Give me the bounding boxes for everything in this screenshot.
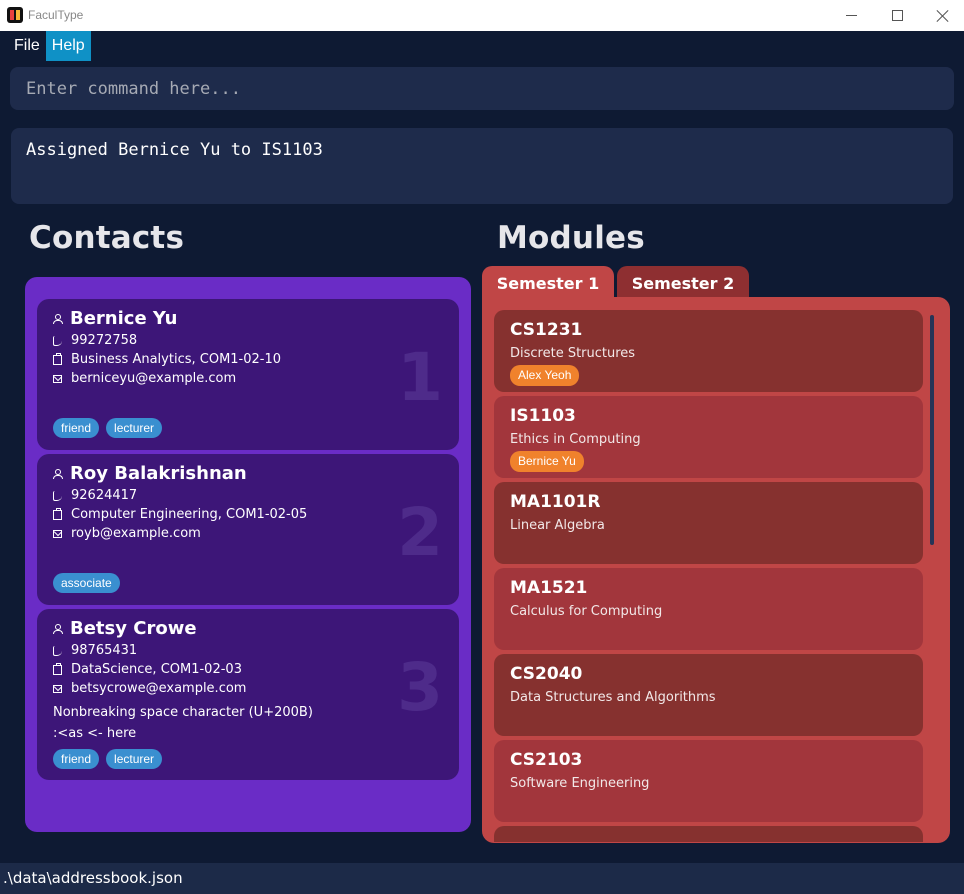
contact-name: Betsy Crowe — [70, 618, 197, 639]
phone-icon — [53, 335, 62, 346]
contact-name-row: Betsy Crowe — [53, 618, 197, 639]
mail-icon — [53, 374, 62, 383]
contact-note: Nonbreaking space character (U+200B) — [53, 705, 313, 720]
phone-icon — [53, 490, 62, 501]
module-code: IS1103 — [510, 406, 576, 426]
person-icon — [53, 313, 63, 324]
contact-phone: 92624417 — [71, 488, 138, 503]
module-code: MA1101R — [510, 492, 601, 512]
contact-name: Bernice Yu — [70, 308, 178, 329]
contact-office-row: Business Analytics, COM1-02-10 — [53, 352, 281, 367]
app-logo-icon — [7, 7, 23, 23]
window-title: FaculType — [28, 8, 84, 22]
menu-bar: File Help — [0, 31, 91, 61]
module-card[interactable]: IS1103 Ethics in Computing Bernice Yu — [494, 396, 923, 478]
status-bar-path: .\data\addressbook.json — [0, 863, 964, 894]
module-card[interactable]: CS1231 Discrete Structures Alex Yeoh — [494, 310, 923, 392]
contact-card[interactable]: 2 Roy Balakrishnan 92624417 Computer Eng… — [37, 454, 459, 605]
tag: lecturer — [106, 749, 163, 769]
menu-file[interactable]: File — [8, 31, 46, 61]
assignee-badge: Alex Yeoh — [510, 365, 580, 386]
contact-name-row: Roy Balakrishnan — [53, 463, 247, 484]
tag: friend — [53, 749, 100, 769]
contact-office: Business Analytics, COM1-02-10 — [71, 352, 282, 367]
contact-name-row: Bernice Yu — [53, 308, 177, 329]
contact-email: royb@example.com — [71, 526, 201, 541]
module-name: Discrete Structures — [510, 346, 636, 361]
contact-email: berniceyu@example.com — [71, 371, 237, 386]
tab-semester-1[interactable]: Semester 1 — [482, 266, 614, 298]
contact-tags: friend lecturer — [53, 418, 163, 438]
office-icon — [53, 507, 62, 520]
tag: lecturer — [106, 418, 163, 438]
title-bar: FaculType — [0, 0, 964, 31]
person-icon — [53, 468, 63, 479]
contact-tags: associate — [53, 573, 120, 593]
contact-email-row: betsycrowe@example.com — [53, 681, 246, 696]
command-box — [10, 67, 954, 110]
contact-office-row: Computer Engineering, COM1-02-05 — [53, 507, 307, 522]
module-card[interactable]: MA1101R Linear Algebra — [494, 482, 923, 564]
assignee-badge: Bernice Yu — [510, 451, 584, 472]
module-code: CS2040 — [510, 664, 583, 684]
contact-phone-row: 99272758 — [53, 333, 137, 348]
tab-semester-2[interactable]: Semester 2 — [617, 266, 749, 298]
phone-icon — [53, 645, 62, 656]
result-display: Assigned Bernice Yu to IS1103 — [11, 128, 953, 204]
module-code: CS1231 — [510, 320, 583, 340]
contact-phone-row: 92624417 — [53, 488, 137, 503]
contacts-heading: Contacts — [29, 220, 185, 256]
module-card-partial[interactable] — [494, 826, 923, 842]
contact-tags: friend lecturer — [53, 749, 163, 769]
contact-note-line-2: :<as <- here — [53, 726, 137, 741]
minimize-button[interactable] — [828, 0, 874, 31]
close-icon — [936, 9, 949, 22]
contact-index: 3 — [397, 649, 443, 726]
tag: associate — [53, 573, 120, 593]
mail-icon — [53, 529, 62, 538]
command-input[interactable] — [26, 67, 954, 110]
office-icon — [53, 352, 62, 365]
module-code: MA1521 — [510, 578, 588, 598]
person-icon — [53, 623, 63, 634]
module-name: Calculus for Computing — [510, 604, 663, 619]
module-name: Data Structures and Algorithms — [510, 690, 716, 705]
contact-office-row: DataScience, COM1-02-03 — [53, 662, 242, 677]
maximize-icon — [891, 10, 903, 21]
menu-help[interactable]: Help — [45, 31, 91, 61]
contact-email: betsycrowe@example.com — [71, 681, 247, 696]
office-icon — [53, 662, 62, 675]
contact-index: 2 — [397, 494, 443, 571]
contact-email-row: berniceyu@example.com — [53, 371, 236, 386]
contact-name: Roy Balakrishnan — [70, 463, 247, 484]
minimize-icon — [845, 15, 857, 16]
contact-phone: 99272758 — [71, 333, 138, 348]
contact-card[interactable]: 1 Bernice Yu 99272758 Business Analytics… — [37, 299, 459, 450]
module-card[interactable]: CS2040 Data Structures and Algorithms — [494, 654, 923, 736]
module-card[interactable]: CS2103 Software Engineering — [494, 740, 923, 822]
module-name: Software Engineering — [510, 776, 650, 791]
contact-email-row: royb@example.com — [53, 526, 201, 541]
tag: friend — [53, 418, 100, 438]
contact-index: 1 — [397, 339, 443, 416]
modules-heading: Modules — [497, 220, 645, 256]
contact-office: DataScience, COM1-02-03 — [71, 662, 242, 677]
modules-scrollbar[interactable] — [930, 315, 934, 545]
contact-phone-row: 98765431 — [53, 643, 137, 658]
close-button[interactable] — [919, 0, 964, 31]
module-card[interactable]: MA1521 Calculus for Computing — [494, 568, 923, 650]
contact-card[interactable]: 3 Betsy Crowe 98765431 DataScience, COM1… — [37, 609, 459, 780]
module-code: CS2103 — [510, 750, 583, 770]
mail-icon — [53, 684, 62, 693]
contact-phone: 98765431 — [71, 643, 138, 658]
contact-office: Computer Engineering, COM1-02-05 — [71, 507, 308, 522]
maximize-button[interactable] — [874, 0, 920, 31]
module-name: Ethics in Computing — [510, 432, 641, 447]
module-name: Linear Algebra — [510, 518, 605, 533]
